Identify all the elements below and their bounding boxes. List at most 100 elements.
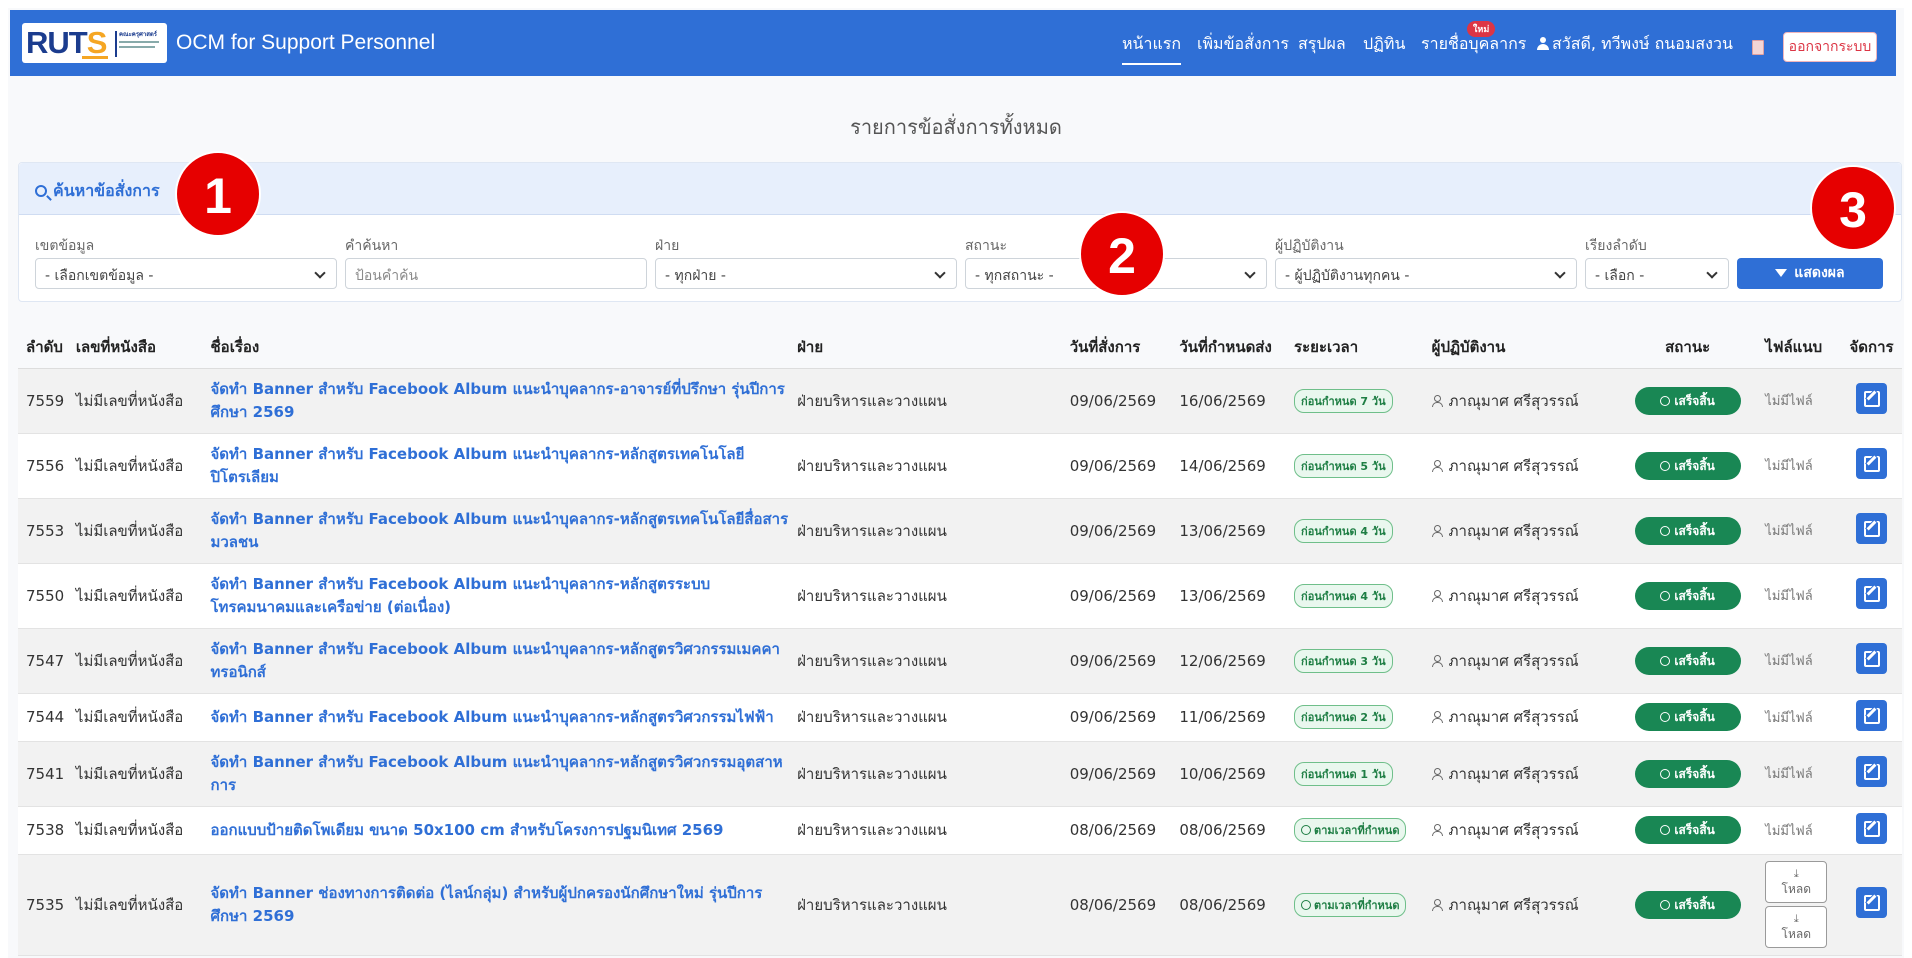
cell-status: เสร็จสิ้น <box>1614 741 1762 807</box>
person-icon <box>1431 654 1443 667</box>
duration-badge: ก่อนกำหนด 4 วัน <box>1294 518 1393 543</box>
cell-actions <box>1841 563 1902 629</box>
no-file-text: ไม่มีไฟล์ <box>1765 654 1813 669</box>
edit-button[interactable] <box>1856 887 1888 918</box>
edit-button[interactable] <box>1856 756 1888 787</box>
cell-id: 7541 <box>18 741 72 807</box>
download-button[interactable]: ⤓ โหลด <box>1765 906 1828 948</box>
assignee-label: ผู้ปฏิบัติงาน <box>1275 238 1344 254</box>
cell-dept: ฝ่ายบริหารและวางแผน <box>793 368 1066 434</box>
assignee-select[interactable]: - ผู้ปฏิบัติงานทุกคน - <box>1275 258 1577 289</box>
cell-assignee: ภาณุมาศ ศรีสุวรรณ์ <box>1427 854 1614 956</box>
cell-dept: ฝ่ายบริหารและวางแผน <box>793 563 1066 629</box>
cell-dept: ฝ่ายบริหารและวางแผน <box>793 498 1066 564</box>
order-title-link[interactable]: จัดทำ Banner ช่องทางการติดต่อ (ไลน์กลุ่ม… <box>206 854 794 956</box>
chevron-down-icon <box>1244 267 1256 279</box>
check-circle-icon <box>1660 899 1671 910</box>
user-greeting: สวัสดี, ทวีพงษ์ ถนอมสงวน <box>1552 34 1733 53</box>
dept-label: ฝ่าย <box>655 238 680 254</box>
cell-id: 7550 <box>18 563 72 629</box>
keyword-input[interactable]: ป้อนคำค้น <box>345 258 647 289</box>
cell-actions <box>1841 498 1902 564</box>
col-header-ordered-date[interactable]: วันที่สั่งการ <box>1065 327 1176 369</box>
edit-button[interactable] <box>1856 383 1888 414</box>
edit-button[interactable] <box>1856 448 1888 479</box>
cell-actions <box>1841 433 1902 499</box>
sort-select[interactable]: - เลือก - <box>1585 258 1729 289</box>
nav-staff[interactable]: รายชื่อบุคลากร <box>1421 32 1526 57</box>
nav-add-order[interactable]: เพิ่มข้อสั่งการ <box>1197 32 1289 57</box>
duration-badge: ก่อนกำหนด 3 วัน <box>1294 648 1393 673</box>
col-header-id[interactable]: ลำดับ <box>18 327 72 369</box>
col-header-assignee[interactable]: ผู้ปฏิบัติงาน <box>1427 327 1614 369</box>
order-title-link[interactable]: จัดทำ Banner สำหรับ Facebook Album แนะนำ… <box>206 368 794 434</box>
logout-button[interactable]: ออกจากระบบ <box>1783 32 1877 62</box>
order-title-link[interactable]: จัดทำ Banner สำหรับ Facebook Album แนะนำ… <box>206 693 794 742</box>
download-icon: ⤓ <box>1793 867 1799 880</box>
cell-dept: ฝ่ายบริหารและวางแผน <box>793 693 1066 742</box>
nav-user[interactable]: สวัสดี, ทวีพงษ์ ถนอมสงวน <box>1537 32 1733 57</box>
cell-actions <box>1841 806 1902 855</box>
table-row: 7541 ไม่มีเลขที่หนังสือ จัดทำ Banner สำหรั… <box>18 741 1902 807</box>
callout-marker-2: 2 <box>1079 211 1165 297</box>
show-results-button[interactable]: แสดงผล <box>1737 258 1883 289</box>
cell-ordered-date: 09/06/2569 <box>1065 368 1176 434</box>
cell-due-date: 16/06/2569 <box>1175 368 1291 434</box>
search-panel-header[interactable]: ค้นหาข้อสั่งการ <box>19 163 1901 215</box>
order-title-link[interactable]: จัดทำ Banner สำหรับ Facebook Album แนะนำ… <box>206 563 794 629</box>
edit-button[interactable] <box>1856 578 1888 609</box>
edit-button[interactable] <box>1856 812 1888 844</box>
col-header-duration[interactable]: ระยะเวลา <box>1290 327 1428 369</box>
navbar: RUTS คณะครุศาสตร์ OCM for Support Person… <box>10 10 1896 76</box>
col-header-title[interactable]: ชื่อเรื่อง <box>206 327 794 369</box>
cell-attachment: ไม่มีไฟล์ <box>1761 368 1842 434</box>
col-header-status[interactable]: สถานะ <box>1614 327 1762 369</box>
orders-table: ลำดับ เลขที่หนังสือ ชื่อเรื่อง ฝ่าย วันท… <box>18 327 1902 956</box>
nav-calendar[interactable]: ปฏิทิน <box>1363 32 1405 57</box>
document-icon[interactable] <box>1752 40 1764 55</box>
app-title[interactable]: OCM for Support Personnel <box>176 31 435 55</box>
order-title-link[interactable]: จัดทำ Banner สำหรับ Facebook Album แนะนำ… <box>206 498 794 564</box>
download-button[interactable]: ⤓ โหลด <box>1765 861 1828 903</box>
order-title-link[interactable]: ออกแบบป้ายติดโพเดียม ขนาด 50x100 cm สำหร… <box>206 806 794 855</box>
nav-summary[interactable]: สรุปผล <box>1298 32 1346 57</box>
nav-home[interactable]: หน้าแรก <box>1122 32 1182 65</box>
cell-actions <box>1841 854 1902 956</box>
person-icon <box>1431 824 1443 836</box>
logo[interactable]: RUTS คณะครุศาสตร์ <box>22 23 167 63</box>
status-badge: เสร็จสิ้น <box>1634 703 1741 731</box>
order-title-link[interactable]: จัดทำ Banner สำหรับ Facebook Album แนะนำ… <box>206 741 794 807</box>
cell-due-date: 13/06/2569 <box>1175 563 1291 629</box>
cell-id: 7535 <box>18 854 72 956</box>
keyword-label: คำค้นหา <box>345 238 399 254</box>
cell-due-date: 08/06/2569 <box>1175 806 1291 855</box>
col-header-doc-no[interactable]: เลขที่หนังสือ <box>71 327 207 369</box>
col-header-dept[interactable]: ฝ่าย <box>793 327 1066 369</box>
cell-ordered-date: 09/06/2569 <box>1065 741 1176 807</box>
table-row: 7559 ไม่มีเลขที่หนังสือ จัดทำ Banner สำหรั… <box>18 368 1902 434</box>
cell-attachment: ไม่มีไฟล์ <box>1761 628 1842 694</box>
user-icon <box>1537 37 1549 50</box>
cell-dept: ฝ่ายบริหารและวางแผน <box>793 433 1066 499</box>
cell-due-date: 12/06/2569 <box>1175 628 1291 694</box>
order-title-link[interactable]: จัดทำ Banner สำหรับ Facebook Album แนะนำ… <box>206 433 794 499</box>
cell-status: เสร็จสิ้น <box>1614 433 1762 499</box>
col-header-due-date[interactable]: วันที่กำหนดส่ง <box>1175 327 1291 369</box>
cell-assignee: ภาณุมาศ ศรีสุวรรณ์ <box>1427 433 1614 499</box>
search-title: ค้นหาข้อสั่งการ <box>35 179 160 204</box>
edit-button[interactable] <box>1856 643 1888 674</box>
dept-select[interactable]: - ทุกฝ่าย - <box>655 258 957 289</box>
scope-select[interactable]: - เลือกเขตข้อมูล - <box>35 258 337 289</box>
edit-button[interactable] <box>1856 699 1888 731</box>
order-title-link[interactable]: จัดทำ Banner สำหรับ Facebook Album แนะนำ… <box>206 628 794 694</box>
table-row: 7547 ไม่มีเลขที่หนังสือ จัดทำ Banner สำหรั… <box>18 628 1902 694</box>
edit-button[interactable] <box>1856 513 1888 544</box>
no-file-text: ไม่มีไฟล์ <box>1765 394 1813 409</box>
col-header-attachment[interactable]: ไฟล์แนบ <box>1761 327 1842 369</box>
download-icon: ⤓ <box>1793 912 1799 925</box>
chevron-down-icon <box>934 267 946 279</box>
cell-actions <box>1841 628 1902 694</box>
cell-attachment: ไม่มีไฟล์ <box>1761 693 1842 742</box>
duration-badge: ก่อนกำหนด 1 วัน <box>1294 761 1393 786</box>
check-circle-icon <box>1660 768 1671 779</box>
